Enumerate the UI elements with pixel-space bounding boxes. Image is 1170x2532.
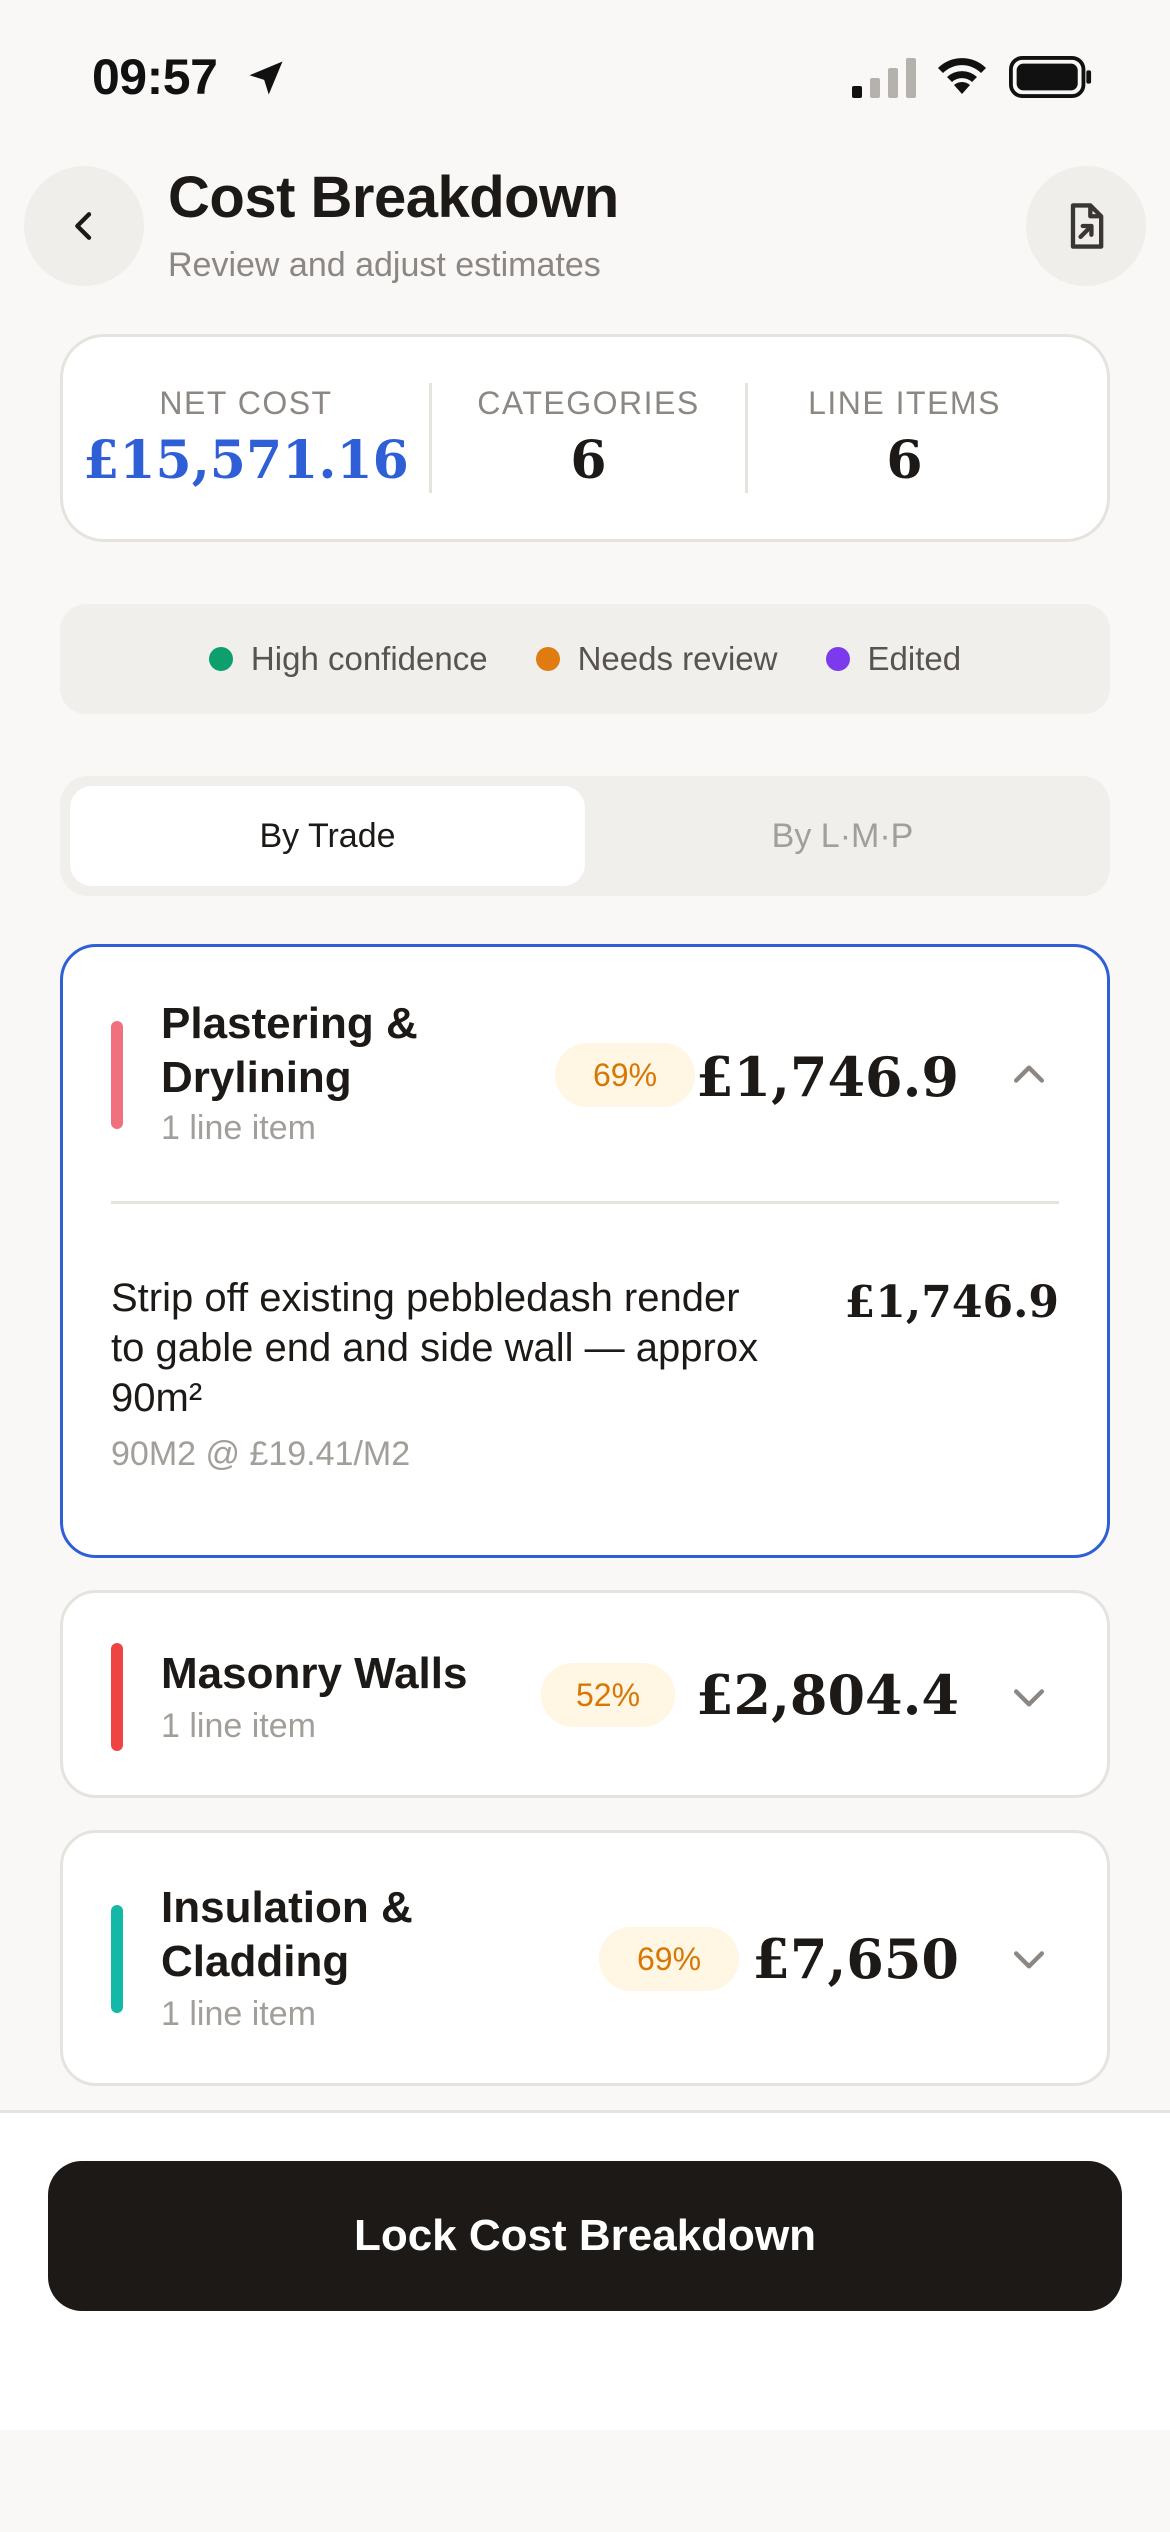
line-items-stat: LINE ITEMS 6 bbox=[745, 383, 1061, 493]
export-button[interactable] bbox=[1026, 166, 1146, 286]
chevron-left-icon bbox=[75, 212, 92, 240]
trade-color-bar bbox=[111, 1021, 123, 1129]
location-arrow-icon bbox=[249, 61, 283, 95]
trade-name-line: Drylining bbox=[161, 1053, 352, 1102]
tab-by-trade[interactable]: By Trade bbox=[70, 786, 585, 886]
chevron-up-icon[interactable] bbox=[1007, 1053, 1051, 1097]
trade-total: £2,804.4 bbox=[695, 1663, 959, 1727]
trade-line-count: 1 line item bbox=[161, 1995, 316, 2033]
line-item-quantity: 90M2 @ £19.41/M2 bbox=[111, 1435, 411, 1473]
legend-dot bbox=[825, 647, 850, 671]
legend-label: High confidence bbox=[250, 640, 488, 677]
trade-line-count: 1 line item bbox=[161, 1109, 316, 1147]
line-item-description: Strip off existing pebbledash render to … bbox=[111, 1273, 841, 1423]
trade-total: £1,746.9 bbox=[695, 1045, 959, 1109]
chevron-down-icon[interactable] bbox=[1007, 1675, 1051, 1719]
trade-name: Plastering & Drylining bbox=[161, 997, 418, 1105]
trade-name: Insulation & Cladding bbox=[161, 1881, 413, 1989]
description-line: 90m² bbox=[111, 1376, 203, 1420]
legend-dot bbox=[535, 647, 560, 671]
confidence-legend: High confidence Needs review Edited bbox=[60, 604, 1110, 714]
trade-color-bar bbox=[111, 1905, 123, 2013]
trade-name-line: Insulation & bbox=[161, 1883, 413, 1932]
description-line: to gable end and side wall — approx bbox=[111, 1326, 759, 1370]
battery-icon bbox=[1009, 56, 1092, 98]
trade-name-line: Plastering & bbox=[161, 999, 418, 1048]
trade-name-line: Masonry Walls bbox=[161, 1649, 468, 1698]
lock-cost-breakdown-button[interactable]: Lock Cost Breakdown bbox=[48, 2161, 1122, 2311]
confidence-badge: 52% bbox=[541, 1663, 675, 1727]
line-items-label: LINE ITEMS bbox=[808, 385, 1001, 421]
trade-name-line: Cladding bbox=[161, 1937, 350, 1986]
file-export-icon bbox=[1070, 203, 1104, 249]
legend-item-needs-review: Needs review bbox=[535, 640, 778, 678]
line-items-value: 6 bbox=[886, 430, 923, 491]
legend-label: Edited bbox=[867, 640, 962, 677]
bottom-action-bar: Lock Cost Breakdown bbox=[0, 2110, 1170, 2430]
description-line: Strip off existing pebbledash render bbox=[111, 1276, 740, 1320]
chevron-down-icon[interactable] bbox=[1007, 1937, 1051, 1981]
legend-item-edited: Edited bbox=[825, 640, 962, 678]
trade-line-count: 1 line item bbox=[161, 1707, 316, 1745]
trade-card-plastering[interactable]: Plastering & Drylining 1 line item 69% £… bbox=[60, 944, 1110, 1558]
trade-card-masonry[interactable]: Masonry Walls 1 line item 52% £2,804.4 bbox=[60, 1590, 1110, 1798]
categories-value: 6 bbox=[570, 430, 607, 491]
wifi-icon bbox=[938, 58, 986, 94]
legend-label: Needs review bbox=[577, 640, 778, 677]
back-button[interactable] bbox=[24, 166, 144, 286]
line-item-amount[interactable]: £1,746.9 bbox=[845, 1277, 1059, 1328]
view-toggle: By Trade By L·M·P bbox=[60, 776, 1110, 896]
card-divider bbox=[111, 1201, 1059, 1204]
trade-name: Masonry Walls bbox=[161, 1647, 467, 1701]
trade-total: £7,650 bbox=[752, 1927, 959, 1991]
confidence-badge: 69% bbox=[599, 1927, 739, 1991]
confidence-badge: 69% bbox=[555, 1043, 695, 1107]
summary-card: NET COST £15,571.16 CATEGORIES 6 LINE IT… bbox=[60, 334, 1110, 542]
legend-item-high-confidence: High confidence bbox=[208, 640, 488, 678]
categories-label: CATEGORIES bbox=[477, 385, 700, 421]
status-bar: 09:57 bbox=[0, 0, 1170, 150]
legend-dot bbox=[208, 647, 233, 671]
net-cost-value: £15,571.16 bbox=[83, 430, 409, 491]
page-subtitle: Review and adjust estimates bbox=[168, 246, 601, 284]
net-cost-stat: NET COST £15,571.16 bbox=[63, 383, 429, 493]
trade-color-bar bbox=[111, 1643, 123, 1751]
status-time: 09:57 bbox=[92, 49, 218, 105]
tab-by-lmp[interactable]: By L·M·P bbox=[585, 786, 1100, 886]
categories-stat: CATEGORIES 6 bbox=[429, 383, 745, 493]
page-title: Cost Breakdown bbox=[168, 165, 619, 230]
trade-card-insulation[interactable]: Insulation & Cladding 1 line item 69% £7… bbox=[60, 1830, 1110, 2086]
net-cost-label: NET COST bbox=[159, 385, 333, 421]
cellular-signal-icon bbox=[852, 58, 916, 98]
